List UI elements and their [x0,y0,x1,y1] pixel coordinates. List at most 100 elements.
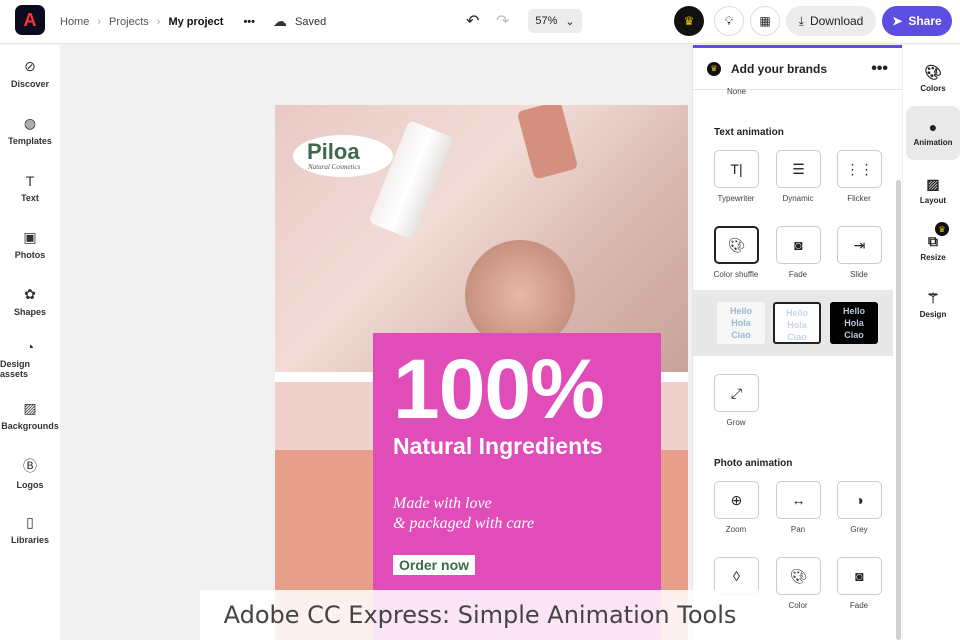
chevron-right-icon: › [97,15,102,28]
tile-label: Dynamic [782,194,814,203]
design-canvas[interactable]: Piloa Natural Cosmetics 100% Natural Ing… [275,105,688,640]
premium-crown-button[interactable]: ♛ [674,6,704,36]
typewriter-icon: T| [730,161,743,177]
redo-icon[interactable]: ↷ [496,11,509,31]
layout-icon: ▨ [926,175,940,192]
breadcrumb: Home › Projects › My project ••• ☁ Saved [60,13,326,30]
palette-icon: 🎨︎ [727,236,746,253]
nav-shapes[interactable]: ✿ Shapes [0,273,60,330]
more-icon[interactable]: ••• [871,60,888,78]
photo-animation-heading: Photo animation [714,458,793,469]
download-icon: ⤓ [798,13,804,28]
top-bar: A Home › Projects › My project ••• ☁ Saved… [0,0,960,44]
more-icon[interactable]: ••• [243,16,255,28]
style-option-outline[interactable]: Hello Hola Ciao [773,302,821,344]
share-button[interactable]: ➤ Share [882,6,952,36]
subheadline: Natural Ingredients [393,433,603,459]
rail-label: Layout [919,195,947,205]
photo-icon: ▣ [23,229,37,245]
logos-icon: Ⓑ [23,457,37,474]
rail-label: Design [919,309,947,319]
photo-fade-tile[interactable]: ◙ [837,557,882,595]
order-now-button[interactable]: Order now [393,555,476,575]
breadcrumb-home[interactable]: Home [60,16,89,28]
tile-label: Flicker [847,194,871,203]
color-shuffle-tile[interactable]: 🎨︎ [714,226,759,264]
nav-logos[interactable]: Ⓑ Logos [0,444,60,501]
zoom-select[interactable]: 57% ⌄ [528,9,582,33]
chevron-down-icon: ⌄ [565,15,575,28]
contrast-icon: ◑ [855,492,864,508]
dynamic-tile[interactable]: ☰ [776,150,821,188]
rail-design[interactable]: ⚚ Design [906,277,960,331]
flicker-icon: ⋮⋮ [845,160,874,177]
templates-icon: ◍ [23,115,37,131]
tile-label: Grow [726,418,746,427]
tile-label: Color [788,601,808,610]
nav-label: Logos [16,479,44,490]
panel-header: ♛ Add your brands ••• [693,45,902,90]
slide-tile[interactable]: ⇥ [837,226,882,264]
pan-tile[interactable]: ↔ [776,481,821,519]
compass-icon: ⊘ [24,58,36,74]
right-rail: 🎨︎ Colors ● Animation ▨ Layout ⧉ Resize ♛ ⚚ D… [903,45,960,640]
hello-text: Hello [729,306,752,316]
zoom-tile[interactable]: ⊕ [714,481,759,519]
expand-icon: ⤢ [730,384,743,401]
nav-discover[interactable]: ⊘ Discover [0,45,60,102]
rail-resize[interactable]: ⧉ Resize [906,220,960,274]
grey-tile[interactable]: ◑ [837,481,882,519]
tile-label: Slide [850,270,868,279]
lightbulb-icon[interactable]: 💡︎ [714,6,744,36]
tile-label: Typewriter [717,194,755,203]
share-label: Share [908,14,942,28]
tagline-line-1: Made with love [393,495,492,512]
nav-libraries[interactable]: ▯ Libraries [0,501,60,558]
style-option-light[interactable]: Hello Hola Ciao [717,302,765,344]
hello-text: Hello [785,308,808,318]
product-photo: Piloa Natural Cosmetics [275,105,688,372]
nav-backgrounds[interactable]: ▨ Backgrounds [0,387,60,444]
fade-icon: ◙ [794,237,803,253]
nav-label: Discover [10,79,50,89]
rail-animation[interactable]: ● Animation [906,106,960,160]
undo-icon[interactable]: ↶ [466,11,479,31]
fade-tile[interactable]: ◙ [776,226,821,264]
nav-label: Text [21,192,39,203]
project-name[interactable]: My project [168,16,223,28]
nav-photos[interactable]: ▣ Photos [0,216,60,273]
nav-label: Photos [14,250,46,260]
nav-label: Libraries [10,535,50,545]
nav-text[interactable]: T Text [0,159,60,216]
panel-scrollbar[interactable] [896,180,901,640]
pan-icon: ↔ [791,492,806,508]
panel-title: Add your brands [731,61,828,76]
ciao-text: Ciao [731,330,751,340]
hola-text: Hola [844,318,864,328]
nav-label: Design assets [0,358,31,379]
rail-colors[interactable]: 🎨︎ Colors [906,51,960,105]
nav-templates[interactable]: ◍ Templates [0,102,60,159]
flicker-tile[interactable]: ⋮⋮ [837,150,882,188]
color-tile[interactable]: 🎨︎ [776,557,821,595]
typewriter-tile[interactable]: T| [714,150,759,188]
download-button[interactable]: ⤓ Download [786,6,876,36]
adobe-express-logo[interactable]: A [15,5,45,35]
ciao-text: Ciao [844,330,864,340]
nav-design-assets[interactable]: ◔ Design assets [0,330,60,387]
ciao-text: Ciao [787,332,807,342]
animation-panel: ♛ Add your brands ••• None Text animatio… [692,45,902,640]
tile-label: Zoom [725,525,747,534]
calendar-icon[interactable]: ▦ [750,6,780,36]
fade-icon: ◙ [855,568,864,584]
grow-tile[interactable]: ⤢ [714,374,759,412]
libraries-icon: ▯ [26,514,34,530]
rail-layout[interactable]: ▨ Layout [906,163,960,217]
slide-icon: ⇥ [853,236,866,253]
none-label[interactable]: None [727,87,746,96]
style-option-dark[interactable]: Hello Hola Ciao [830,302,878,344]
breadcrumb-projects[interactable]: Projects [109,16,149,28]
save-status: Saved [295,15,327,28]
design-assets-icon: ◔ [25,338,35,355]
backgrounds-icon: ▨ [23,400,37,416]
